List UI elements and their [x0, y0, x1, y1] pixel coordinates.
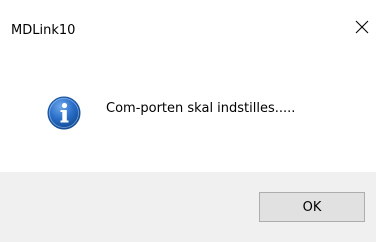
close-icon [355, 19, 369, 38]
dialog-content: Com-porten skal indstilles..... [0, 44, 376, 170]
title-bar[interactable]: MDLink10 [0, 0, 376, 44]
dialog-footer: OK [0, 172, 376, 242]
message-dialog: MDLink10 Com-porten skal indstilles.....… [0, 0, 376, 242]
ok-button[interactable]: OK [259, 192, 365, 222]
dialog-message: Com-porten skal indstilles..... [106, 101, 296, 116]
window-title: MDLink10 [11, 23, 76, 38]
close-button[interactable] [348, 12, 376, 44]
information-icon [47, 96, 81, 130]
